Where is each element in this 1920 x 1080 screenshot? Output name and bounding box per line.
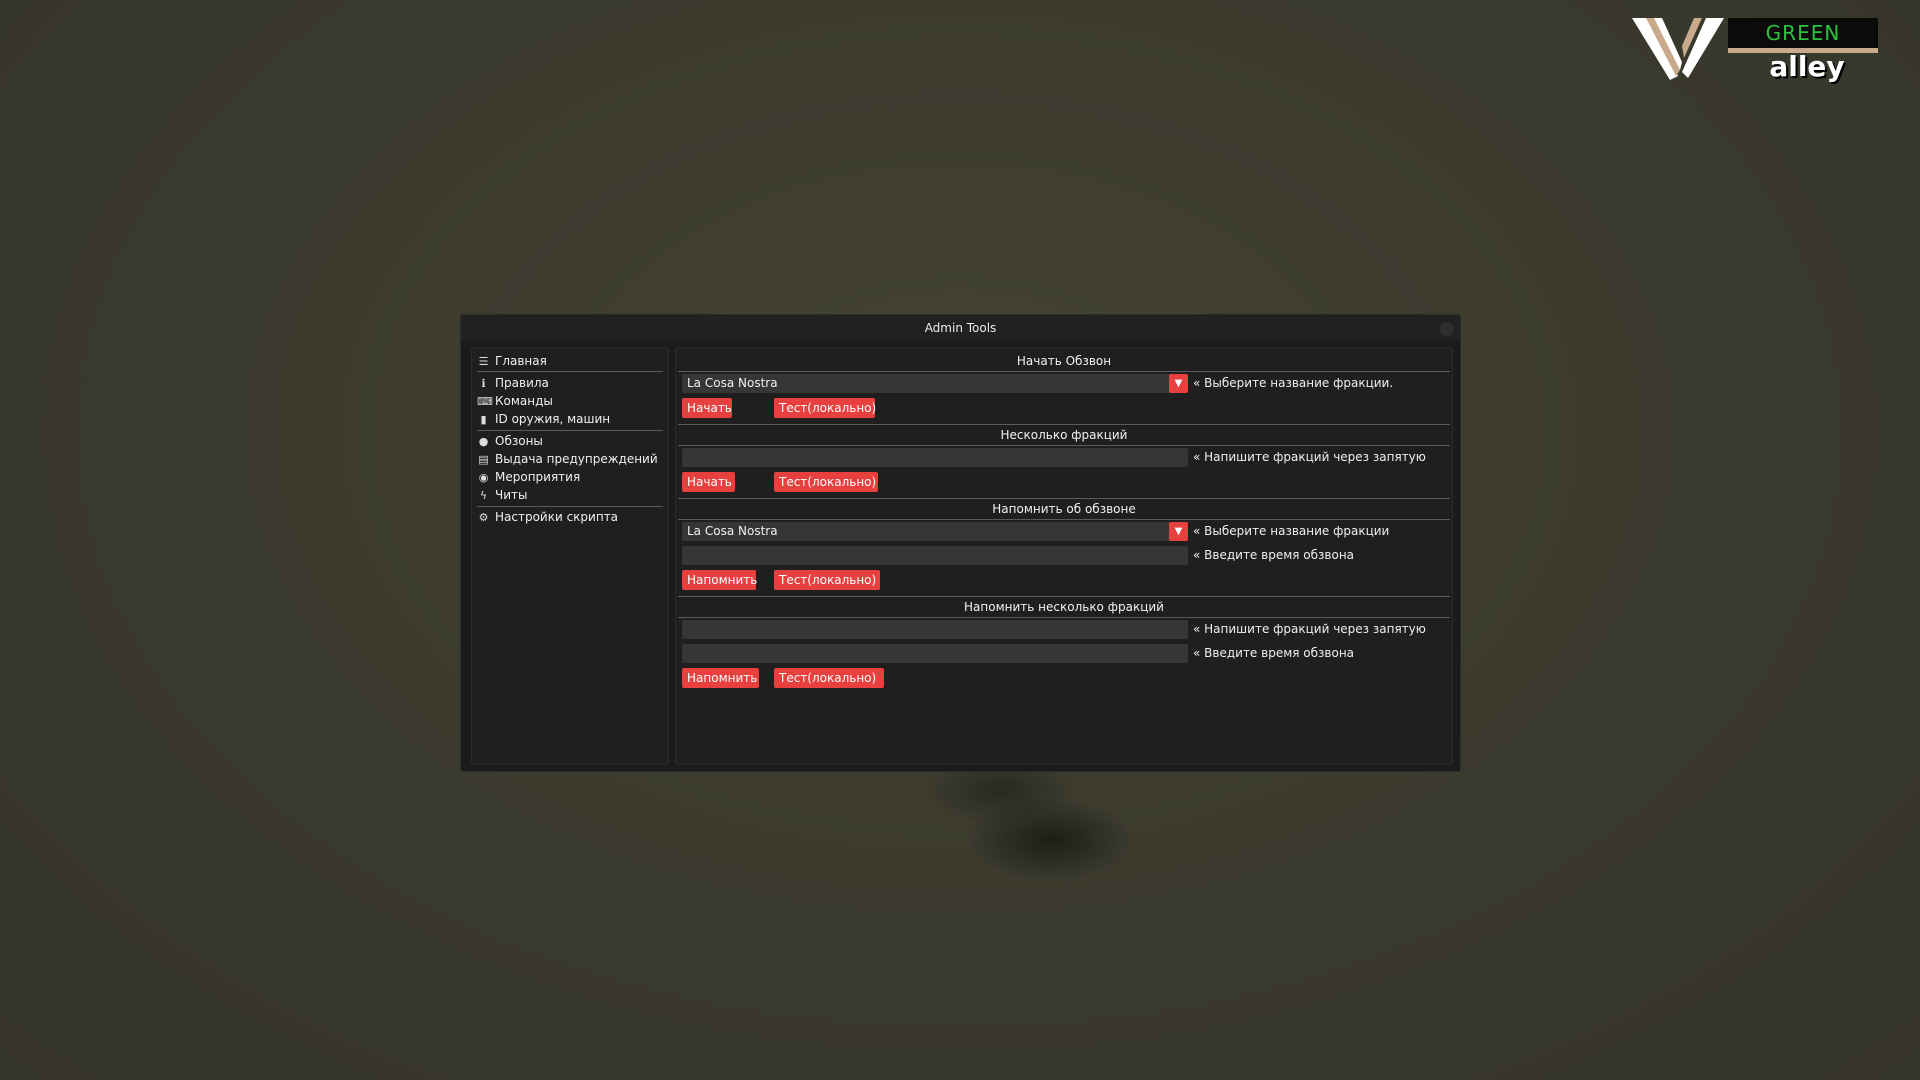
sidebar-item-label: ID оружия, машин [495, 412, 611, 426]
sidebar-item-commands[interactable]: ⌨ Команды [477, 393, 553, 410]
remind-time-hint: « Введите время обзвона [1193, 548, 1355, 562]
chevron-down-icon[interactable]: ▼ [1169, 522, 1188, 541]
section-title-remind: Напомнить об обзвоне [992, 502, 1136, 516]
sidebar-item-label: Правила [495, 376, 549, 390]
remind-factions-hint: « Напишите фракций через запятую [1193, 622, 1426, 636]
close-icon[interactable] [1440, 322, 1454, 336]
section-divider [678, 371, 1450, 372]
sidebar-divider [477, 430, 663, 431]
faction-select[interactable]: La Cosa Nostra ▼ [682, 374, 1188, 393]
window-titlebar[interactable]: Admin Tools [461, 315, 1460, 341]
section-divider [678, 596, 1450, 597]
document-icon: ▤ [478, 453, 489, 466]
section-title-multi: Несколько фракций [1000, 428, 1128, 442]
start-button[interactable]: Начать [682, 398, 732, 418]
chat-icon: ● [478, 435, 489, 448]
remind-multi-time-hint: « Введите время обзвона [1193, 646, 1355, 660]
keyboard-icon: ⌨ [477, 395, 493, 408]
sidebar-item-label: Настройки скрипта [495, 510, 619, 524]
sidebar-divider [477, 371, 663, 372]
factions-input[interactable] [682, 448, 1188, 467]
section-title-remind-multi: Напомнить несколько фракций [964, 600, 1164, 614]
sidebar-item-label: Главная [495, 354, 547, 368]
info-icon: ℹ [481, 377, 486, 390]
start-multi-button[interactable]: Начать [682, 472, 735, 492]
sidebar-item-ids[interactable]: ▮ ID оружия, машин [477, 411, 610, 428]
book-icon: ▮ [480, 413, 487, 426]
sidebar-divider [477, 506, 663, 507]
remind-faction-hint: « Выберите название фракции [1193, 524, 1390, 538]
factions-input-hint: « Напишите фракций через запятую [1193, 450, 1426, 464]
menu-icon: ☰ [478, 355, 489, 368]
gears-icon: ⚙ [478, 511, 489, 524]
content-panel: Начать Обзвон La Cosa Nostra ▼ « Выберит… [675, 347, 1453, 765]
test-local-button[interactable]: Тест(локально) [774, 398, 876, 418]
test-local-multi-button[interactable]: Тест(локально) [774, 472, 878, 492]
section-divider [678, 424, 1450, 425]
admin-tools-window: Admin Tools ☰ Главная ℹ Правила ⌨ Команд… [460, 314, 1461, 772]
sidebar-item-label: Читы [495, 488, 528, 502]
sidebar-item-label: Команды [495, 394, 553, 408]
bolt-icon: ϟ [479, 489, 488, 502]
remind-factions-input[interactable] [682, 620, 1188, 639]
section-divider [678, 445, 1450, 446]
remind-multi-button[interactable]: Напомнить [682, 668, 759, 688]
section-divider [678, 519, 1450, 520]
sidebar-item-label: Обзоны [495, 434, 543, 448]
faction-select-hint: « Выберите название фракции. [1193, 376, 1394, 390]
sidebar-item-calls[interactable]: ● Обзоны [477, 433, 543, 450]
gamepad-icon: ◉ [478, 471, 489, 484]
window-title: Admin Tools [924, 321, 997, 335]
faction-select-value: La Cosa Nostra [687, 376, 778, 390]
section-title-start: Начать Обзвон [1016, 354, 1112, 368]
test-local-remind-multi-button[interactable]: Тест(локально) [774, 668, 884, 688]
sidebar-item-events[interactable]: ◉ Мероприятия [477, 469, 581, 486]
sidebar: ☰ Главная ℹ Правила ⌨ Команды ▮ ID оружи… [471, 347, 669, 765]
logo-alley-text: alley [1769, 50, 1845, 83]
remind-button[interactable]: Напомнить [682, 570, 757, 590]
remind-faction-select-value: La Cosa Nostra [687, 524, 778, 538]
sidebar-item-cheats[interactable]: ϟ Читы [477, 487, 528, 504]
sidebar-item-rules[interactable]: ℹ Правила [477, 375, 549, 392]
server-logo: GREEN alley [1632, 14, 1884, 84]
remind-multi-time-input[interactable] [682, 644, 1188, 663]
sidebar-item-label: Выдача предупреждений [495, 452, 658, 466]
sidebar-item-home[interactable]: ☰ Главная [477, 353, 547, 370]
test-local-remind-button[interactable]: Тест(локально) [774, 570, 880, 590]
section-divider [678, 498, 1450, 499]
remind-time-input[interactable] [682, 546, 1188, 565]
logo-v-mark [1632, 18, 1724, 80]
remind-faction-select[interactable]: La Cosa Nostra ▼ [682, 522, 1188, 541]
chevron-down-icon[interactable]: ▼ [1169, 374, 1188, 393]
logo-green-text: GREEN [1728, 18, 1878, 53]
sidebar-item-settings[interactable]: ⚙ Настройки скрипта [477, 509, 618, 526]
section-divider [678, 617, 1450, 618]
sidebar-item-label: Мероприятия [495, 470, 581, 484]
sidebar-item-warnings[interactable]: ▤ Выдача предупреждений [477, 451, 658, 468]
